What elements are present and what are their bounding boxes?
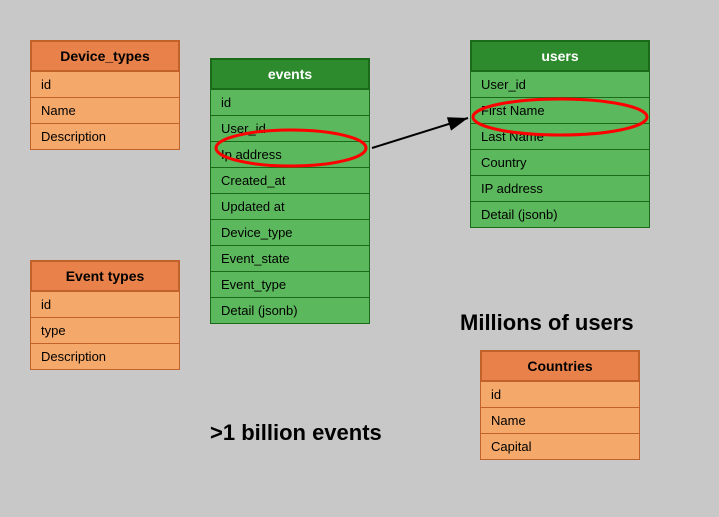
- table-row: Detail (jsonb): [210, 298, 370, 324]
- users-header: users: [470, 40, 650, 72]
- table-row: id: [30, 72, 180, 98]
- table-row: id: [30, 292, 180, 318]
- table-row: Description: [30, 344, 180, 370]
- events-header: events: [210, 58, 370, 90]
- event-types-table: Event types id type Description: [30, 260, 180, 370]
- table-row: Event_state: [210, 246, 370, 272]
- table-row: id: [480, 382, 640, 408]
- countries-header: Countries: [480, 350, 640, 382]
- table-row: Device_type: [210, 220, 370, 246]
- countries-table: Countries id Name Capital: [480, 350, 640, 460]
- table-row: First Name: [470, 98, 650, 124]
- device-types-header: Device_types: [30, 40, 180, 72]
- table-row: Country: [470, 150, 650, 176]
- table-row: Name: [30, 98, 180, 124]
- device-types-table: Device_types id Name Description: [30, 40, 180, 150]
- table-row: User_id: [210, 116, 370, 142]
- table-row: Description: [30, 124, 180, 150]
- table-row: id: [210, 90, 370, 116]
- table-row: Updated at: [210, 194, 370, 220]
- table-row: IP address: [470, 176, 650, 202]
- table-row: Detail (jsonb): [470, 202, 650, 228]
- users-annotation: Millions of users: [460, 310, 634, 336]
- users-table: users User_id First Name Last Name Count…: [470, 40, 650, 228]
- events-annotation: >1 billion events: [210, 420, 382, 446]
- table-row: Capital: [480, 434, 640, 460]
- table-row: Ip address: [210, 142, 370, 168]
- table-row: Last Name: [470, 124, 650, 150]
- events-table: events id User_id Ip address Created_at …: [210, 58, 370, 324]
- table-row: User_id: [470, 72, 650, 98]
- table-row: type: [30, 318, 180, 344]
- event-types-header: Event types: [30, 260, 180, 292]
- table-row: Event_type: [210, 272, 370, 298]
- table-row: Created_at: [210, 168, 370, 194]
- table-row: Name: [480, 408, 640, 434]
